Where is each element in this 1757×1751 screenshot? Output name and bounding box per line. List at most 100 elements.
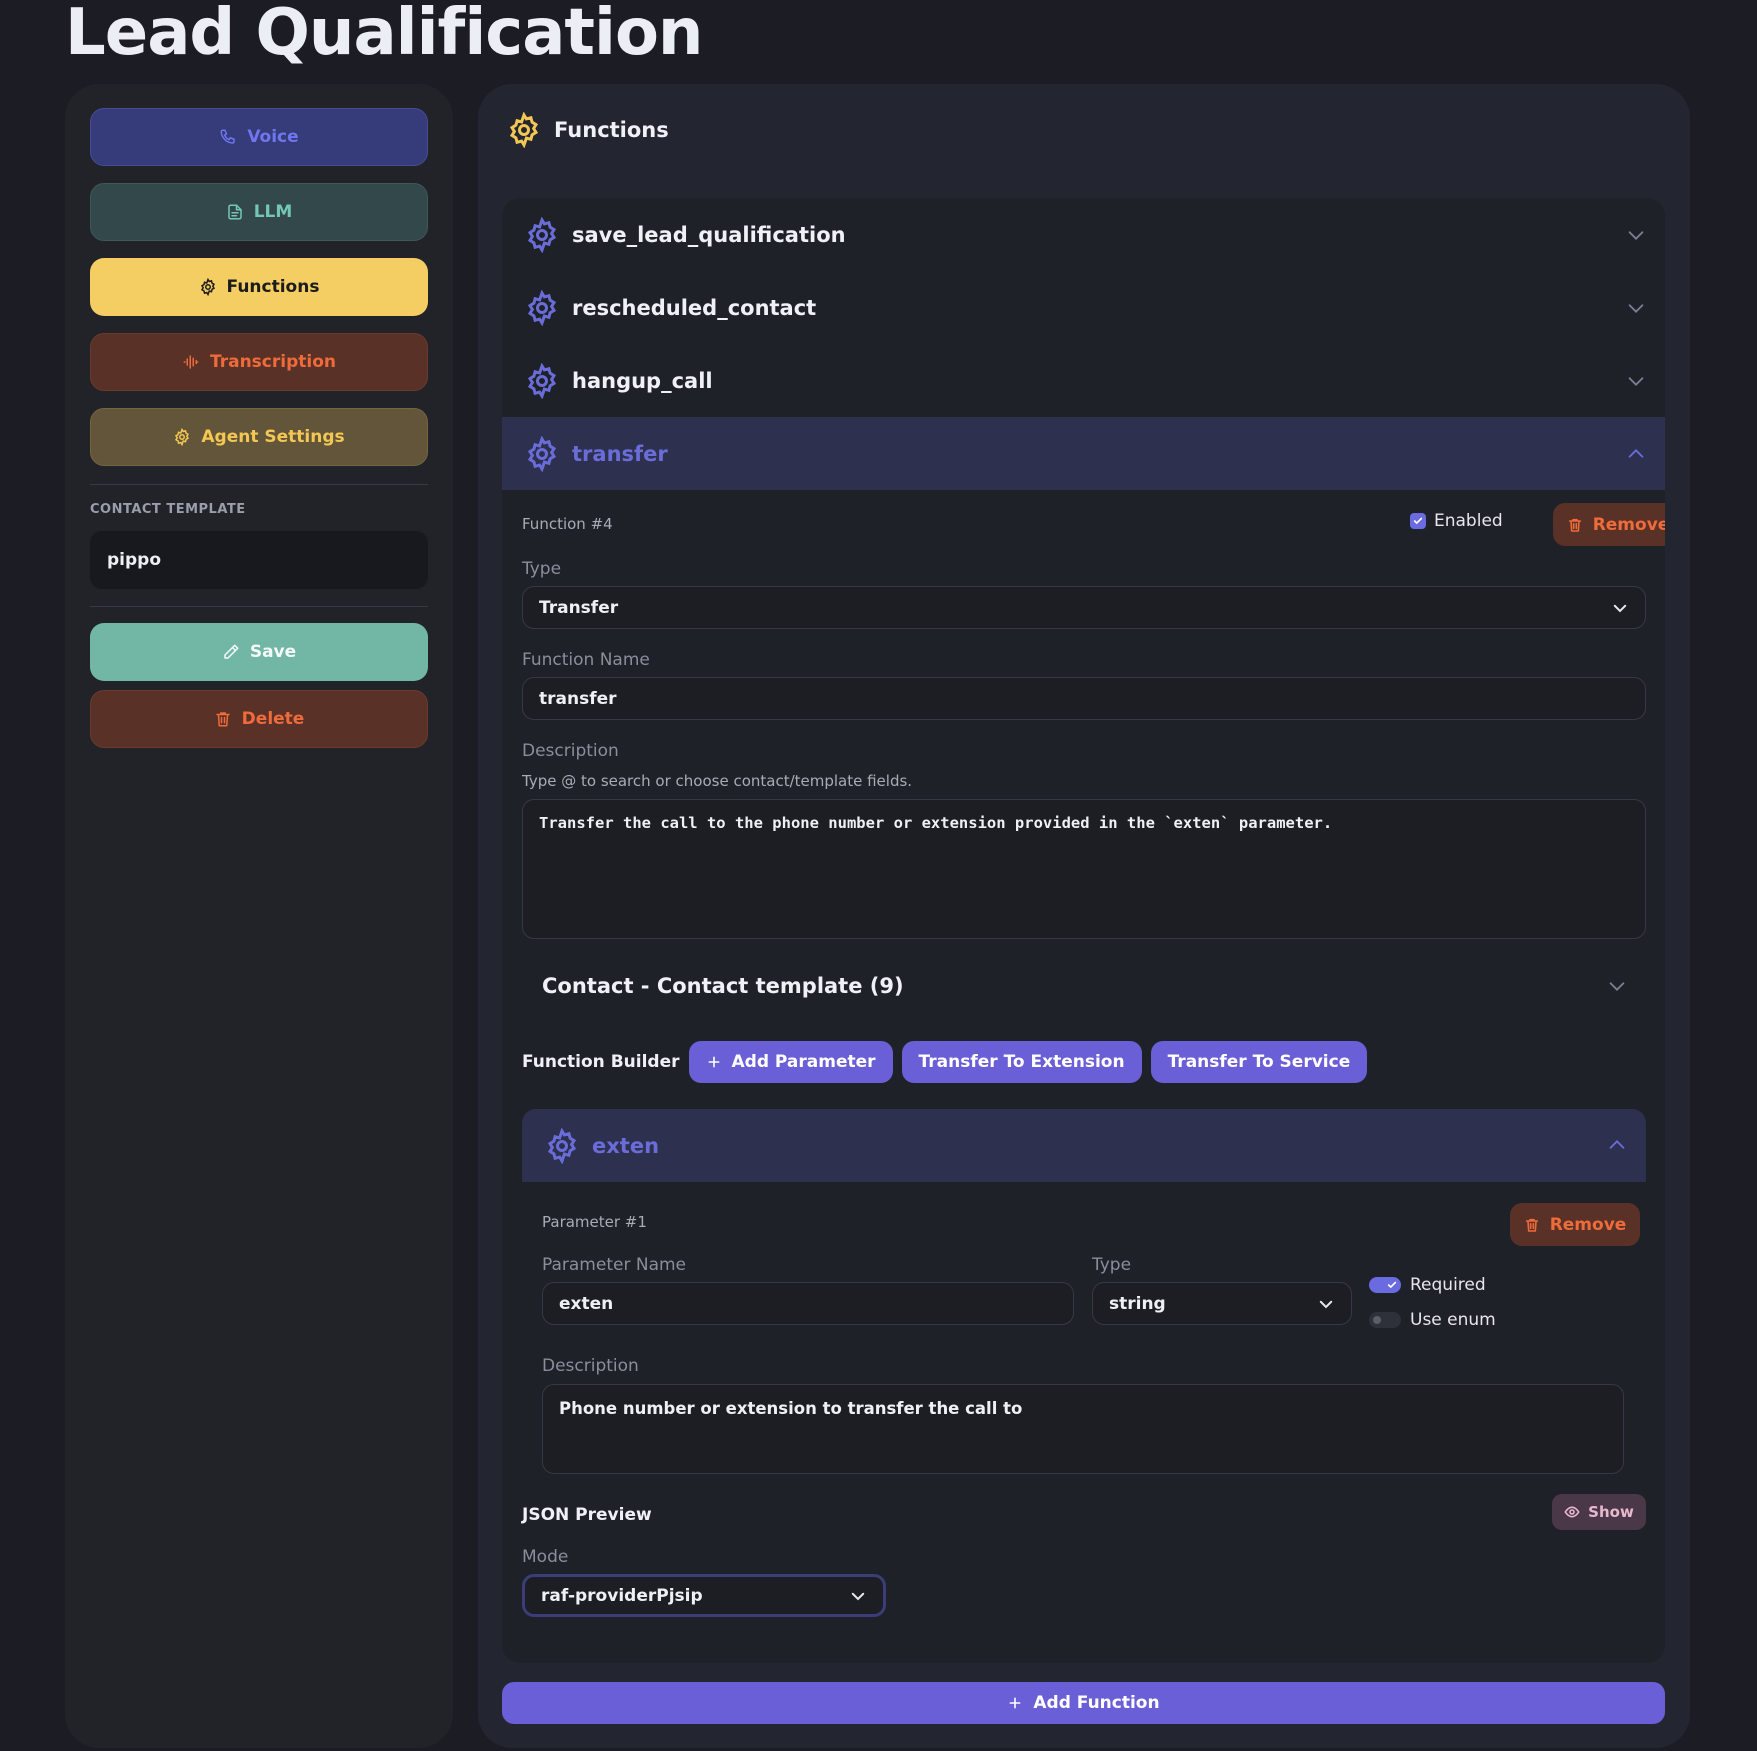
gear-icon	[527, 289, 557, 326]
parameter-type-select[interactable]: string	[1092, 1282, 1352, 1325]
function-item-transfer[interactable]: transfer	[502, 417, 1665, 490]
toggle-off-icon	[1369, 1312, 1401, 1328]
mode-label: Mode	[522, 1547, 569, 1567]
nav-transcription-label: Transcription	[210, 352, 336, 372]
contact-section-title: Contact - Contact template (9)	[542, 974, 904, 998]
remove-parameter-button[interactable]: Remove	[1510, 1203, 1640, 1246]
chevron-down-icon	[1628, 377, 1644, 386]
chevron-down-icon	[1628, 304, 1644, 313]
trash-icon	[1525, 1218, 1538, 1232]
remove-label: Remove	[1592, 514, 1665, 535]
parameter-description-label: Description	[542, 1356, 639, 1376]
parameter-header[interactable]: exten	[522, 1109, 1646, 1182]
function-item-rescheduled-contact[interactable]: rescheduled_contact	[502, 271, 1665, 344]
trash-icon	[215, 712, 230, 727]
parameter-type-value: string	[1109, 1293, 1166, 1314]
remove-label: Remove	[1549, 1214, 1627, 1235]
nav-voice-button[interactable]: Voice	[90, 108, 428, 166]
transfer-to-extension-button[interactable]: Transfer To Extension	[901, 1041, 1142, 1083]
description-hint: Type @ to search or choose contact/templ…	[522, 772, 913, 790]
add-function-button[interactable]: Add Function	[502, 1682, 1665, 1724]
type-value: Transfer	[539, 597, 619, 618]
contact-template-section[interactable]: Contact - Contact template (9)	[542, 966, 1646, 1006]
chevron-down-icon	[851, 1592, 865, 1600]
checkbox-checked-icon	[1410, 513, 1426, 529]
phone-icon	[220, 129, 236, 144]
parameter-type-label: Type	[1092, 1255, 1132, 1275]
transfer-to-service-button[interactable]: Transfer To Service	[1150, 1041, 1368, 1083]
audio-waveform-icon	[183, 355, 199, 369]
plus-icon	[708, 1056, 719, 1068]
enabled-checkbox[interactable]: Enabled	[1410, 511, 1503, 531]
function-builder-label: Function Builder	[522, 1052, 680, 1072]
document-icon	[227, 204, 242, 220]
remove-function-button[interactable]: Remove	[1553, 503, 1665, 546]
required-label: Required	[1410, 1275, 1486, 1295]
gear-icon	[527, 362, 557, 399]
function-number-label: Function #4	[522, 515, 613, 533]
description-textarea[interactable]: Transfer the call to the phone number or…	[522, 799, 1646, 939]
page-title: Lead Qualification	[65, 0, 703, 70]
function-item-save-lead-qualification[interactable]: save_lead_qualification	[502, 198, 1665, 271]
nav-llm-label: LLM	[253, 202, 293, 222]
parameter-number-label: Parameter #1	[542, 1213, 647, 1231]
chevron-down-icon	[1628, 231, 1644, 240]
toggle-on-icon	[1369, 1277, 1401, 1293]
function-list: save_lead_qualification rescheduled_cont…	[502, 198, 1665, 1663]
functions-panel: Functions save_lead_qualification resche…	[478, 84, 1690, 1748]
pencil-icon	[224, 644, 239, 659]
gear-icon	[527, 216, 557, 253]
chevron-up-icon	[1609, 1140, 1625, 1149]
delete-label: Delete	[241, 709, 305, 729]
mode-value: raf-providerPjsip	[541, 1585, 703, 1606]
chevron-down-icon	[1613, 604, 1627, 612]
chevron-down-icon	[1319, 1300, 1333, 1308]
eye-icon	[1564, 1506, 1580, 1518]
nav-llm-button[interactable]: LLM	[90, 183, 428, 241]
nav-functions-label: Functions	[226, 277, 320, 297]
nav-agent-settings-button[interactable]: Agent Settings	[90, 408, 428, 466]
function-name: transfer	[572, 441, 668, 466]
required-toggle[interactable]: Required	[1369, 1275, 1486, 1295]
parameter-name-label: Parameter Name	[542, 1255, 687, 1275]
sidebar-divider	[90, 484, 428, 485]
plus-icon	[1009, 1697, 1021, 1709]
delete-button[interactable]: Delete	[90, 690, 428, 748]
gear-icon	[200, 278, 215, 296]
sidebar-divider	[90, 606, 428, 607]
enabled-label: Enabled	[1434, 511, 1503, 531]
trash-icon	[1568, 518, 1581, 532]
nav-transcription-button[interactable]: Transcription	[90, 333, 428, 391]
parameter-description-textarea[interactable]: Phone number or extension to transfer th…	[542, 1384, 1624, 1474]
save-button[interactable]: Save	[90, 623, 428, 681]
function-item-hangup-call[interactable]: hangup_call	[502, 344, 1665, 417]
gear-icon	[509, 112, 539, 148]
parameter-header-name: exten	[592, 1133, 660, 1158]
panel-header: Functions	[506, 112, 669, 148]
function-name: rescheduled_contact	[572, 295, 817, 320]
function-builder-toolbar: Function Builder Add Parameter Transfer …	[522, 1041, 1368, 1083]
chevron-up-icon	[1628, 449, 1644, 458]
nav-functions-button[interactable]: Functions	[90, 258, 428, 316]
json-preview-label: JSON Preview	[522, 1505, 652, 1525]
function-name: hangup_call	[572, 368, 713, 393]
function-name-label: Function Name	[522, 650, 650, 670]
gear-icon	[547, 1127, 577, 1164]
use-enum-toggle[interactable]: Use enum	[1369, 1310, 1496, 1330]
nav-voice-label: Voice	[247, 127, 299, 147]
function-name-input[interactable]: transfer	[522, 677, 1646, 720]
save-label: Save	[249, 642, 297, 662]
show-label: Show	[1588, 1503, 1634, 1521]
type-select[interactable]: Transfer	[522, 586, 1646, 629]
contact-template-select[interactable]: pippo	[90, 531, 428, 589]
show-json-button[interactable]: Show	[1552, 1494, 1646, 1530]
add-function-label: Add Function	[1033, 1693, 1160, 1713]
nav-agent-settings-label: Agent Settings	[201, 427, 345, 447]
add-parameter-button[interactable]: Add Parameter	[688, 1041, 893, 1083]
function-name: save_lead_qualification	[572, 222, 846, 247]
add-parameter-label: Add Parameter	[731, 1052, 876, 1072]
mode-select[interactable]: raf-providerPjsip	[522, 1574, 886, 1617]
chevron-down-icon	[1609, 982, 1625, 991]
parameter-name-input[interactable]: exten	[542, 1282, 1074, 1325]
use-enum-label: Use enum	[1410, 1310, 1496, 1330]
